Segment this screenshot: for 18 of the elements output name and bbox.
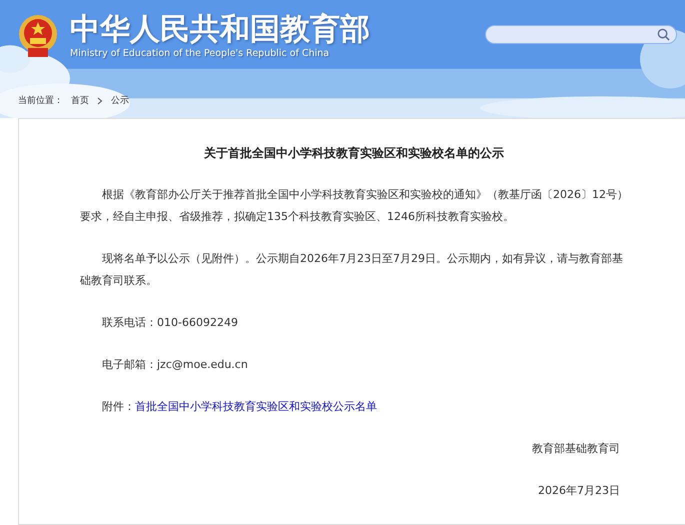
paragraph: 根据《教育部办公厅关于推荐首批全国中小学科技教育实验区和实验校的通知》（教基厅函〔2026〕12号）要求，经自主申报、省级推荐，拟确定135个科技教育实验区、1246所科技教育实验校。	[80, 187, 628, 225]
attachment-label: 附件：	[102, 400, 135, 413]
emblem-icon	[18, 14, 58, 58]
search-icon[interactable]	[657, 28, 670, 41]
site-subtitle: Ministry of Education of the People's Republic of China	[70, 48, 330, 59]
search-field[interactable]	[485, 25, 677, 44]
signature: 教育部基础教育司	[531, 441, 620, 457]
attachment-link[interactable]: 首批全国中小学科技教育实验区和实验校公示名单	[135, 400, 377, 413]
breadcrumb-link[interactable]: 公示	[111, 94, 129, 107]
date-text: 2026年7月23日	[537, 483, 620, 499]
breadcrumb-link[interactable]: 首页	[71, 94, 89, 107]
chevron-icon	[97, 96, 103, 104]
breadcrumb-label: 当前位置：	[18, 94, 63, 107]
paragraph: 现将名单予以公示（见附件）。公示期自2026年7月23日至7月29日。公示期内，如有异议，请与教育部基础教育司联系。	[80, 251, 624, 289]
paragraph: 电子邮箱：jzc@moe.edu.cn	[101, 357, 249, 373]
site-title: 中华人民共和国教育部	[70, 12, 370, 48]
paragraph: 联系电话：010-66092249	[101, 315, 239, 331]
article-title: 关于首批全国中小学科技教育实验区和实验校名单的公示	[202, 145, 505, 162]
